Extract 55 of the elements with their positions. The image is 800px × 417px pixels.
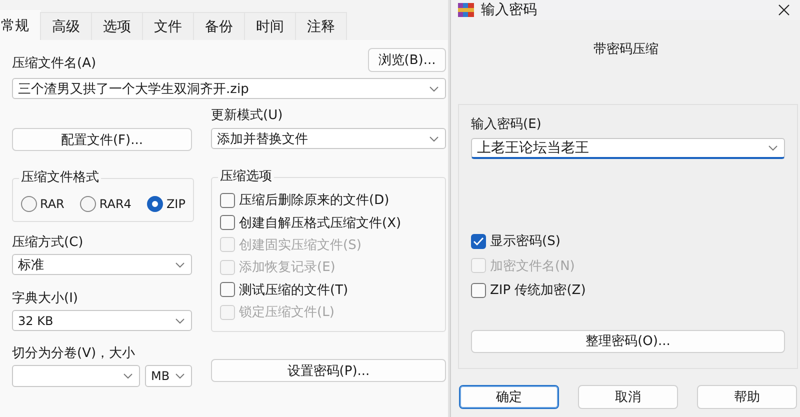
window-title: 输入密码 xyxy=(481,1,538,19)
chevron-icon xyxy=(175,262,185,268)
radio-label: RAR4 xyxy=(99,197,132,211)
dialog-heading: 带密码压缩 xyxy=(592,41,660,58)
field-label: 切分为分卷(V)，大小 xyxy=(12,346,136,362)
radio-label: ZIP xyxy=(166,197,186,211)
dialog-button[interactable]: 确定 xyxy=(459,385,559,409)
close-icon[interactable] xyxy=(778,4,790,16)
radio-button[interactable] xyxy=(21,196,37,212)
tab[interactable]: 注释 xyxy=(295,12,347,40)
checkbox-label: 创建自解压格式压缩文件(X) xyxy=(239,214,402,232)
radio-button[interactable] xyxy=(147,196,164,212)
app-icon xyxy=(457,2,475,18)
checkbox-label: 创建固实压缩文件(S) xyxy=(239,236,362,254)
dictionary-combo[interactable]: 32 KB xyxy=(12,310,192,331)
checkbox[interactable] xyxy=(220,192,235,208)
chevron-icon xyxy=(768,145,778,151)
field-label: 压缩文件名(A) xyxy=(12,56,96,72)
unit-combo[interactable]: MB xyxy=(145,365,192,387)
checkbox[interactable] xyxy=(220,282,235,298)
field-label: 字典大小(I) xyxy=(12,291,79,307)
set-password-button[interactable]: 设置密码(P)... xyxy=(211,359,446,382)
update-mode-combo[interactable]: 添加并替换文件 xyxy=(211,128,446,149)
dialog-button[interactable]: 取消 xyxy=(578,385,678,409)
field-label: 输入密码(E) xyxy=(471,117,542,133)
checkbox-label: 压缩后删除原来的文件(D) xyxy=(239,192,390,210)
organize-passwords-button[interactable]: 整理密码(O)... xyxy=(471,330,785,352)
chevron-icon xyxy=(123,373,133,379)
method-combo[interactable]: 标准 xyxy=(12,254,192,275)
checkbox-label: 测试压缩的文件(T) xyxy=(239,282,348,299)
password-combo[interactable]: 上老王论坛当老王 xyxy=(471,138,785,159)
archive-name-combo[interactable]: 三个渣男又拱了一个大学生双洞齐开.zip xyxy=(12,78,446,99)
dialog-button[interactable]: 帮助 xyxy=(697,385,797,409)
tab[interactable]: 常规 xyxy=(0,10,41,40)
checkbox-label: 锁定压缩文件(L) xyxy=(239,304,334,322)
chevron-icon xyxy=(429,86,439,92)
checkbox-label: ZIP 传统加密(Z) xyxy=(490,282,586,300)
radio-button[interactable] xyxy=(80,196,96,212)
checkbox-label: 显示密码(S) xyxy=(490,233,560,250)
profiles-button[interactable]: 配置文件(F)... xyxy=(12,128,192,151)
group-label: 压缩选项 xyxy=(219,169,273,185)
chevron-icon xyxy=(175,373,185,379)
checkbox-label: 添加恢复记录(E) xyxy=(239,259,336,276)
radio-label: RAR xyxy=(40,197,64,211)
tab[interactable]: 高级 xyxy=(40,12,92,40)
field-label: 压缩方式(C) xyxy=(12,235,84,251)
chevron-icon xyxy=(429,136,439,142)
checkbox[interactable] xyxy=(220,215,235,230)
browse-button[interactable]: 浏览(B)... xyxy=(368,48,446,72)
chevron-icon xyxy=(175,318,185,324)
field-label: 更新模式(U) xyxy=(211,108,284,124)
checkbox-label: 加密文件名(N) xyxy=(490,258,575,275)
group-label: 压缩文件格式 xyxy=(20,170,100,186)
checkbox[interactable] xyxy=(471,234,486,249)
checkbox[interactable] xyxy=(471,282,486,298)
